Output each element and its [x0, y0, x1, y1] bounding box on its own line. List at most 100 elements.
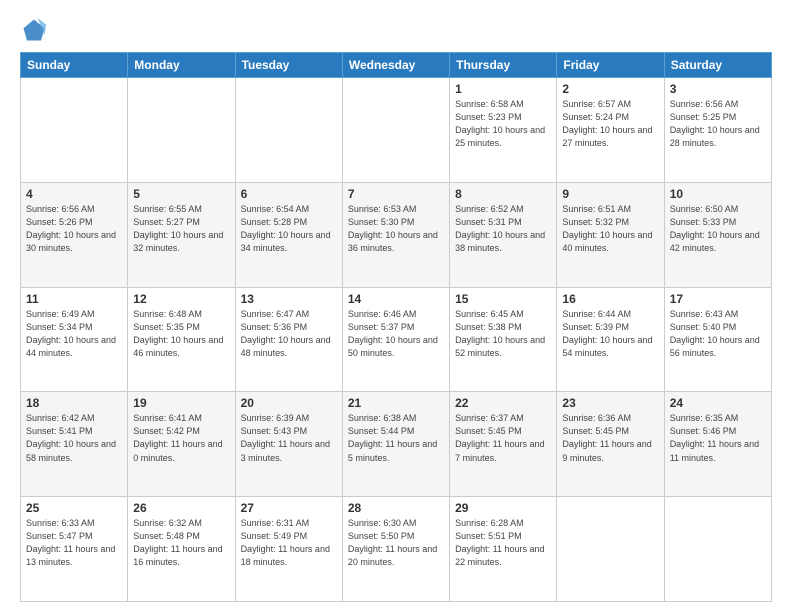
calendar-cell: 18 Sunrise: 6:42 AMSunset: 5:41 PMDayligh…	[21, 392, 128, 497]
day-number: 14	[348, 292, 444, 306]
cell-info: Sunrise: 6:31 AMSunset: 5:49 PMDaylight:…	[241, 517, 337, 569]
day-number: 4	[26, 187, 122, 201]
calendar-cell: 19Sunrise: 6:41 AMSunset: 5:42 PMDayligh…	[128, 392, 235, 497]
calendar-cell: 24 Sunrise: 6:35 AMSunset: 5:46 PMDayligh…	[664, 392, 771, 497]
calendar-cell: 21Sunrise: 6:38 AMSunset: 5:44 PMDayligh…	[342, 392, 449, 497]
day-header-saturday: Saturday	[664, 53, 771, 78]
day-number: 20	[241, 396, 337, 410]
cell-info: Sunrise: 6:47 AMSunset: 5:36 PMDaylight:…	[241, 308, 337, 360]
calendar-week-4: 18 Sunrise: 6:42 AMSunset: 5:41 PMDayligh…	[21, 392, 772, 497]
cell-info: Sunrise: 6:52 AMSunset: 5:31 PMDaylight:…	[455, 203, 551, 255]
day-number: 7	[348, 187, 444, 201]
calendar-cell	[342, 78, 449, 183]
day-number: 10	[670, 187, 766, 201]
calendar-cell: 1 Sunrise: 6:58 AMSunset: 5:23 PMDaylight…	[450, 78, 557, 183]
calendar-cell: 8 Sunrise: 6:52 AMSunset: 5:31 PMDaylight…	[450, 182, 557, 287]
day-number: 1	[455, 82, 551, 96]
day-number: 18	[26, 396, 122, 410]
cell-info: Sunrise: 6:35 AMSunset: 5:46 PMDaylight:…	[670, 412, 766, 464]
day-number: 16	[562, 292, 658, 306]
calendar-cell: 23Sunrise: 6:36 AMSunset: 5:45 PMDayligh…	[557, 392, 664, 497]
cell-info: Sunrise: 6:37 AMSunset: 5:45 PMDaylight:…	[455, 412, 551, 464]
page: SundayMondayTuesdayWednesdayThursdayFrid…	[0, 0, 792, 612]
calendar-cell: 13 Sunrise: 6:47 AMSunset: 5:36 PMDayligh…	[235, 287, 342, 392]
calendar-cell	[664, 497, 771, 602]
cell-info: Sunrise: 6:53 AMSunset: 5:30 PMDaylight:…	[348, 203, 444, 255]
day-number: 28	[348, 501, 444, 515]
cell-info: Sunrise: 6:28 AMSunset: 5:51 PMDaylight:…	[455, 517, 551, 569]
cell-info: Sunrise: 6:57 AMSunset: 5:24 PMDaylight:…	[562, 98, 658, 150]
day-number: 5	[133, 187, 229, 201]
calendar-week-1: 1 Sunrise: 6:58 AMSunset: 5:23 PMDaylight…	[21, 78, 772, 183]
calendar-cell: 5 Sunrise: 6:55 AMSunset: 5:27 PMDaylight…	[128, 182, 235, 287]
day-number: 12	[133, 292, 229, 306]
calendar-cell: 2 Sunrise: 6:57 AMSunset: 5:24 PMDaylight…	[557, 78, 664, 183]
day-header-friday: Friday	[557, 53, 664, 78]
cell-info: Sunrise: 6:33 AMSunset: 5:47 PMDaylight:…	[26, 517, 122, 569]
calendar-cell: 27 Sunrise: 6:31 AMSunset: 5:49 PMDayligh…	[235, 497, 342, 602]
calendar-cell: 6 Sunrise: 6:54 AMSunset: 5:28 PMDaylight…	[235, 182, 342, 287]
logo-icon	[20, 16, 48, 44]
calendar-cell: 4 Sunrise: 6:56 AMSunset: 5:26 PMDaylight…	[21, 182, 128, 287]
day-number: 15	[455, 292, 551, 306]
calendar-header-row: SundayMondayTuesdayWednesdayThursdayFrid…	[21, 53, 772, 78]
cell-info: Sunrise: 6:48 AMSunset: 5:35 PMDaylight:…	[133, 308, 229, 360]
cell-info: Sunrise: 6:49 AMSunset: 5:34 PMDaylight:…	[26, 308, 122, 360]
day-number: 2	[562, 82, 658, 96]
header	[20, 16, 772, 44]
day-number: 21	[348, 396, 444, 410]
cell-info: Sunrise: 6:55 AMSunset: 5:27 PMDaylight:…	[133, 203, 229, 255]
cell-info: Sunrise: 6:32 AMSunset: 5:48 PMDaylight:…	[133, 517, 229, 569]
cell-info: Sunrise: 6:36 AMSunset: 5:45 PMDaylight:…	[562, 412, 658, 464]
day-number: 26	[133, 501, 229, 515]
calendar-cell: 22 Sunrise: 6:37 AMSunset: 5:45 PMDayligh…	[450, 392, 557, 497]
day-number: 13	[241, 292, 337, 306]
calendar-cell: 29 Sunrise: 6:28 AMSunset: 5:51 PMDayligh…	[450, 497, 557, 602]
day-number: 17	[670, 292, 766, 306]
calendar-cell	[128, 78, 235, 183]
calendar-cell: 14 Sunrise: 6:46 AMSunset: 5:37 PMDayligh…	[342, 287, 449, 392]
cell-info: Sunrise: 6:41 AMSunset: 5:42 PMDaylight:…	[133, 412, 229, 464]
calendar-cell: 3 Sunrise: 6:56 AMSunset: 5:25 PMDaylight…	[664, 78, 771, 183]
calendar-table: SundayMondayTuesdayWednesdayThursdayFrid…	[20, 52, 772, 602]
day-header-tuesday: Tuesday	[235, 53, 342, 78]
cell-info: Sunrise: 6:56 AMSunset: 5:25 PMDaylight:…	[670, 98, 766, 150]
calendar-cell: 17 Sunrise: 6:43 AMSunset: 5:40 PMDayligh…	[664, 287, 771, 392]
day-number: 8	[455, 187, 551, 201]
cell-info: Sunrise: 6:46 AMSunset: 5:37 PMDaylight:…	[348, 308, 444, 360]
calendar-cell	[557, 497, 664, 602]
calendar-cell: 28Sunrise: 6:30 AMSunset: 5:50 PMDayligh…	[342, 497, 449, 602]
calendar-cell: 11Sunrise: 6:49 AMSunset: 5:34 PMDayligh…	[21, 287, 128, 392]
calendar-cell: 25 Sunrise: 6:33 AMSunset: 5:47 PMDayligh…	[21, 497, 128, 602]
day-number: 25	[26, 501, 122, 515]
cell-info: Sunrise: 6:45 AMSunset: 5:38 PMDaylight:…	[455, 308, 551, 360]
day-number: 3	[670, 82, 766, 96]
calendar-cell: 26 Sunrise: 6:32 AMSunset: 5:48 PMDayligh…	[128, 497, 235, 602]
calendar-week-2: 4 Sunrise: 6:56 AMSunset: 5:26 PMDaylight…	[21, 182, 772, 287]
logo	[20, 16, 52, 44]
day-number: 22	[455, 396, 551, 410]
day-header-monday: Monday	[128, 53, 235, 78]
cell-info: Sunrise: 6:54 AMSunset: 5:28 PMDaylight:…	[241, 203, 337, 255]
calendar-cell: 20Sunrise: 6:39 AMSunset: 5:43 PMDayligh…	[235, 392, 342, 497]
day-header-sunday: Sunday	[21, 53, 128, 78]
calendar-week-3: 11Sunrise: 6:49 AMSunset: 5:34 PMDayligh…	[21, 287, 772, 392]
day-number: 9	[562, 187, 658, 201]
calendar-cell	[235, 78, 342, 183]
day-number: 27	[241, 501, 337, 515]
day-number: 24	[670, 396, 766, 410]
cell-info: Sunrise: 6:42 AMSunset: 5:41 PMDaylight:…	[26, 412, 122, 464]
calendar-week-5: 25 Sunrise: 6:33 AMSunset: 5:47 PMDayligh…	[21, 497, 772, 602]
cell-info: Sunrise: 6:43 AMSunset: 5:40 PMDaylight:…	[670, 308, 766, 360]
calendar-cell: 12 Sunrise: 6:48 AMSunset: 5:35 PMDayligh…	[128, 287, 235, 392]
calendar-cell: 9Sunrise: 6:51 AMSunset: 5:32 PMDaylight…	[557, 182, 664, 287]
day-number: 6	[241, 187, 337, 201]
calendar-cell: 15 Sunrise: 6:45 AMSunset: 5:38 PMDayligh…	[450, 287, 557, 392]
cell-info: Sunrise: 6:58 AMSunset: 5:23 PMDaylight:…	[455, 98, 551, 150]
calendar-cell: 7 Sunrise: 6:53 AMSunset: 5:30 PMDaylight…	[342, 182, 449, 287]
cell-info: Sunrise: 6:56 AMSunset: 5:26 PMDaylight:…	[26, 203, 122, 255]
day-number: 29	[455, 501, 551, 515]
day-header-thursday: Thursday	[450, 53, 557, 78]
calendar-cell: 16 Sunrise: 6:44 AMSunset: 5:39 PMDayligh…	[557, 287, 664, 392]
cell-info: Sunrise: 6:44 AMSunset: 5:39 PMDaylight:…	[562, 308, 658, 360]
